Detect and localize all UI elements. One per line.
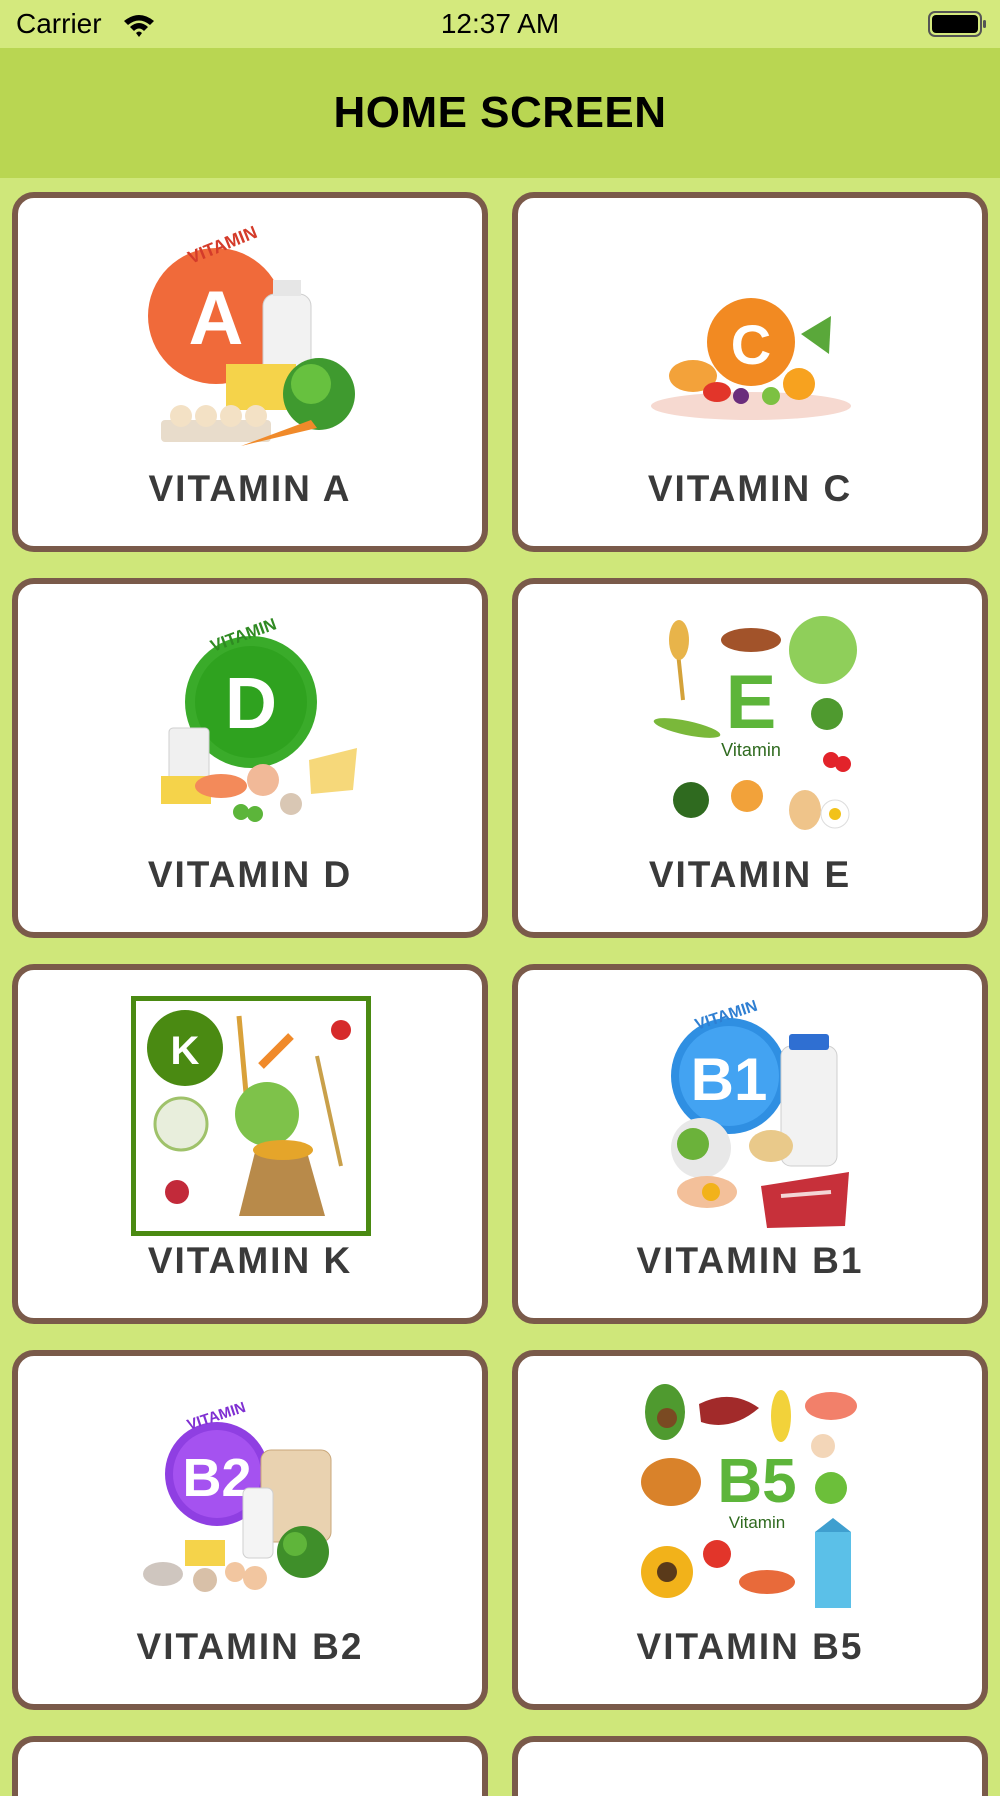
vitamin-card-b5[interactable]: B5 Vitamin VITAMIN B5 — [512, 1350, 988, 1710]
navigation-bar: HOME SCREEN — [0, 48, 1000, 178]
battery-icon — [928, 10, 988, 43]
page-title: HOME SCREEN — [333, 88, 667, 137]
badge-letter: C — [731, 313, 771, 376]
vitamin-card-b1[interactable]: VITAMIN B1 VITAMIN B1 — [512, 964, 988, 1324]
badge-letter: E — [726, 660, 777, 745]
vitamin-card-a[interactable]: VITAMIN A VITAMIN A — [12, 192, 488, 552]
status-bar: Carrier 12:37 AM — [0, 0, 1000, 48]
vitamin-card-k[interactable]: K VITAMIN K — [12, 964, 488, 1324]
vitamin-card-label: VITAMIN B2 — [136, 1626, 364, 1667]
vitamin-grid: VITAMIN A VITAMIN A C VITAMIN C VITAMIN … — [12, 192, 988, 1710]
vitamin-b2-foods-icon: VITAMIN B2 — [143, 1399, 332, 1592]
vitamin-a-foods-icon: VITAMIN A — [148, 224, 355, 446]
badge-letter: K — [171, 1029, 200, 1073]
badge-letter: A — [189, 276, 244, 361]
vitamin-card-label: VITAMIN K — [147, 1240, 353, 1281]
vitamin-b1-foods-icon: VITAMIN B1 — [671, 998, 849, 1228]
vitamin-e-foods-icon: E Vitamin — [653, 616, 857, 830]
vitamin-card-label: VITAMIN B1 — [636, 1240, 864, 1281]
badge-word: Vitamin — [729, 1513, 785, 1532]
vitamin-card-label: VITAMIN E — [648, 854, 852, 895]
vitamin-b5-foods-icon: B5 Vitamin — [641, 1384, 857, 1608]
vitamin-card-label: VITAMIN B5 — [636, 1626, 864, 1667]
vitamin-card-e[interactable]: E Vitamin VITAMIN E — [512, 578, 988, 938]
vitamin-card-label: VITAMIN A — [148, 468, 352, 509]
vitamin-d-foods-icon: VITAMIN D — [161, 614, 357, 822]
badge-letter: D — [225, 664, 277, 744]
vitamin-c-fruits-icon: C — [651, 298, 851, 420]
badge-letter: B5 — [717, 1447, 796, 1516]
clock: 12:37 AM — [440, 8, 560, 39]
next-row-partial — [12, 1736, 988, 1796]
vitamin-card-partial[interactable] — [12, 1736, 488, 1796]
badge-word: Vitamin — [721, 740, 781, 760]
vitamin-card-d[interactable]: VITAMIN D VITAMIN D — [12, 578, 488, 938]
vitamin-card-label: VITAMIN D — [147, 854, 353, 895]
vitamin-k-foods-icon: K — [131, 996, 371, 1236]
vitamin-card-label: VITAMIN C — [647, 468, 853, 509]
vitamin-card-c[interactable]: C VITAMIN C — [512, 192, 988, 552]
vitamin-card-partial[interactable] — [512, 1736, 988, 1796]
vitamin-card-b2[interactable]: VITAMIN B2 VITAMIN B2 — [12, 1350, 488, 1710]
badge-letter: B2 — [182, 1448, 251, 1508]
badge-letter: B1 — [691, 1046, 768, 1113]
